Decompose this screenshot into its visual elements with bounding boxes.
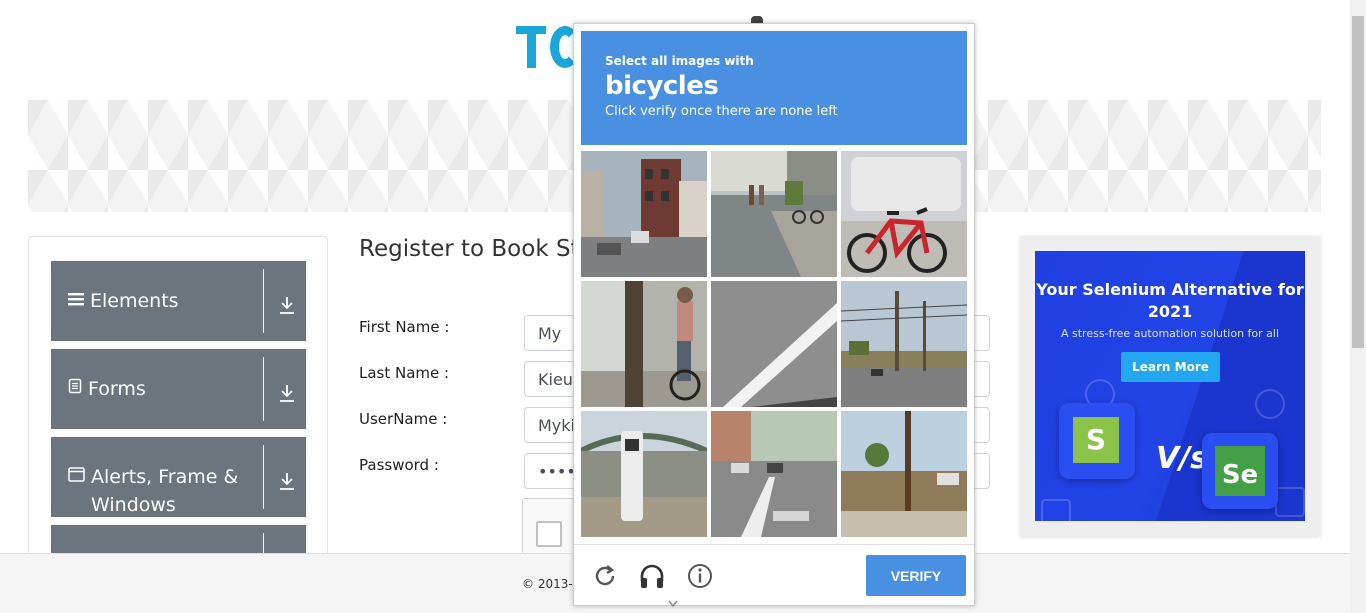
- captcha-tile[interactable]: [581, 151, 707, 277]
- logo-mark: [516, 26, 580, 68]
- first-name-label: First Name :: [359, 318, 450, 336]
- sidebar-group-alerts[interactable]: Alerts, Frame & Windows: [51, 437, 306, 517]
- ad-left-logo: S: [1073, 417, 1119, 463]
- chevron-down-icon: [668, 600, 678, 608]
- captcha-subinstruction: Click verify once there are none left: [605, 104, 838, 119]
- menu-icon: [68, 287, 84, 315]
- learn-more-button[interactable]: Learn More: [1121, 352, 1220, 382]
- captcha-tile[interactable]: [581, 411, 707, 537]
- download-icon[interactable]: [279, 295, 295, 315]
- sidebar-group-label: Elements: [90, 290, 179, 312]
- sidebar: Elements Forms Alerts, Frame & Windows: [28, 236, 328, 605]
- last-name-label: Last Name :: [359, 364, 450, 382]
- window-icon: [68, 463, 85, 491]
- info-icon[interactable]: [687, 563, 713, 589]
- captcha-header: Select all images with bicycles Click ve…: [581, 31, 967, 145]
- captcha-tile[interactable]: [841, 411, 967, 537]
- document-icon: [68, 375, 82, 403]
- scrollbar-thumb[interactable]: [1352, 16, 1364, 348]
- captcha-footer: VERIFY: [574, 544, 974, 606]
- captcha-target: bicycles: [605, 71, 719, 101]
- ad-subtitle: A stress-free automation solution for al…: [1060, 327, 1280, 340]
- captcha-tile[interactable]: [711, 281, 837, 407]
- sidebar-group-elements[interactable]: Elements: [51, 261, 306, 341]
- ad-right-logo-tile: Se: [1202, 433, 1278, 509]
- captcha-tile[interactable]: [581, 281, 707, 407]
- captcha-tile[interactable]: [841, 151, 967, 277]
- headphones-icon[interactable]: [639, 563, 665, 589]
- recaptcha-checkbox[interactable]: [536, 521, 562, 547]
- page-title: Register to Book Sto: [359, 236, 594, 262]
- captcha-instruction: Select all images with: [605, 54, 754, 68]
- username-label: UserName :: [359, 410, 448, 428]
- password-label: Password :: [359, 456, 439, 474]
- captcha-tile[interactable]: [711, 151, 837, 277]
- captcha-tile[interactable]: [711, 411, 837, 537]
- advertisement[interactable]: Your Selenium Alternative for 2021 A str…: [1020, 236, 1320, 536]
- download-icon[interactable]: [279, 383, 295, 403]
- footer-copyright: © 2013-2: [522, 577, 581, 591]
- sidebar-group-forms[interactable]: Forms: [51, 349, 306, 429]
- captcha-grid: [581, 151, 967, 537]
- captcha-tile[interactable]: [841, 281, 967, 407]
- sidebar-group-label: Forms: [88, 378, 146, 400]
- page-scrollbar[interactable]: [1350, 0, 1366, 613]
- captcha-challenge: Select all images with bicycles Click ve…: [573, 23, 975, 606]
- ad-left-logo-tile: S: [1059, 403, 1135, 479]
- selenium-logo: Se: [1215, 446, 1265, 496]
- download-icon[interactable]: [279, 471, 295, 491]
- sidebar-group-label: Alerts, Frame & Windows: [91, 466, 239, 516]
- ad-banner[interactable]: Your Selenium Alternative for 2021 A str…: [1035, 251, 1305, 521]
- ad-versus: V/s: [1156, 441, 1209, 476]
- ad-title: Your Selenium Alternative for 2021: [1036, 280, 1304, 321]
- reload-icon[interactable]: [592, 563, 618, 589]
- verify-button[interactable]: VERIFY: [866, 555, 966, 596]
